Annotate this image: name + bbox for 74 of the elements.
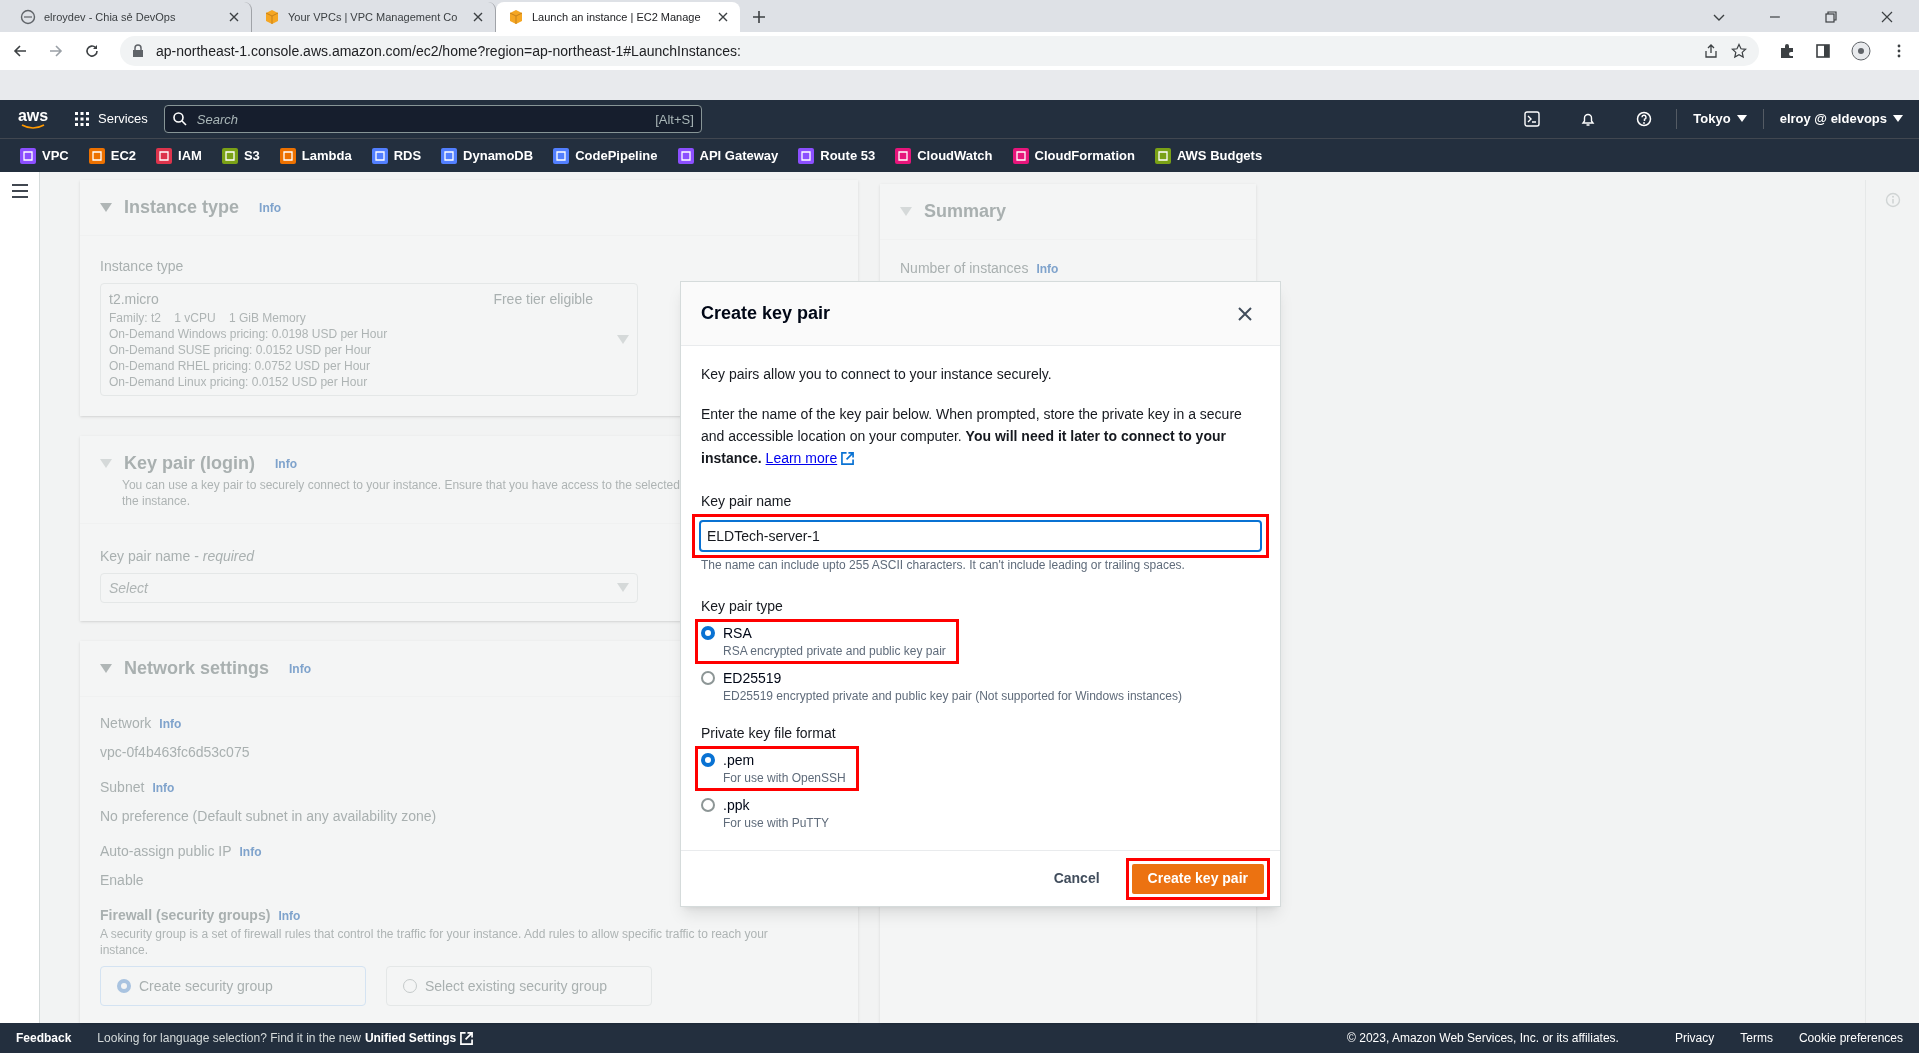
instruction-text: Enter the name of the key pair below. When prompted, store the private key in a secure and accessible location on your computer. You will need it later to connect to your instance. Learn more xyxy=(701,403,1260,469)
field-hint: The name can include upto 255 ASCII characters. It can't include leading or trailing spaces. xyxy=(701,557,1186,574)
aws-logo[interactable]: aws xyxy=(17,108,49,124)
services-button[interactable]: Services xyxy=(74,109,148,129)
option-label: ED25519 xyxy=(723,669,783,687)
favorite-link[interactable]: API Gateway xyxy=(677,145,779,166)
section-title: Key pair (login) xyxy=(124,452,255,475)
section-description: the instance. xyxy=(122,493,191,509)
option-description: RSA encrypted private and public key pair xyxy=(723,643,946,659)
option-description: For use with OpenSSH xyxy=(723,770,846,786)
learn-more-link[interactable]: Learn more xyxy=(765,447,855,469)
favorite-link[interactable]: AWS Budgets xyxy=(1154,145,1263,166)
field-description: A security group is a set of firewall rules that control the traffic for your instance. Add rules to allow specific traffic to reach your instance. xyxy=(100,926,769,958)
favorite-link[interactable]: CloudWatch xyxy=(895,145,993,166)
favorite-link[interactable]: EC2 xyxy=(88,145,137,166)
field-label: Key pair type xyxy=(701,597,784,616)
tab-title: Your VPCs | VPC Management Co xyxy=(288,9,459,25)
field-label: Auto-assign public IP xyxy=(100,842,232,861)
field-label: Key pair name - required xyxy=(100,547,255,566)
instance-type-value: t2.micro xyxy=(109,290,159,309)
field-label: Number of instances xyxy=(900,259,1029,278)
instance-detail: On-Demand SUSE pricing: 0.0152 USD per Hour xyxy=(109,342,372,358)
tab-title: Launch an instance | EC2 Manage xyxy=(532,9,702,25)
section-title: Summary xyxy=(924,200,1007,223)
field-label: Network xyxy=(100,714,152,733)
favorite-link[interactable]: DynamoDB xyxy=(441,145,534,166)
free-tier-label: Free tier eligible xyxy=(493,290,593,309)
account-menu[interactable]: elroy @ eldevops xyxy=(1779,109,1903,129)
option-label: .ppk xyxy=(723,796,751,814)
instance-detail: On-Demand Linux pricing: 0.0152 USD per Hour xyxy=(109,374,368,390)
key-pair-name-input[interactable]: ELDTech-server-1 xyxy=(699,520,1262,552)
section-title: Instance type xyxy=(124,196,240,219)
favorite-link[interactable]: CloudFormation xyxy=(1012,145,1135,166)
instance-detail: On-Demand RHEL pricing: 0.0752 USD per Hour xyxy=(109,358,370,374)
option-description: For use with PuTTY xyxy=(723,815,830,831)
field-label: Instance type xyxy=(100,257,184,276)
footer-link[interactable]: Terms xyxy=(1740,1029,1773,1047)
field-label: Key pair name xyxy=(701,492,793,511)
favorite-link[interactable]: Lambda xyxy=(279,145,352,166)
browser-tab[interactable]: Launch an instance | EC2 Manage xyxy=(496,2,740,32)
instance-detail: Family: t2 1 vCPU 1 GiB Memory xyxy=(109,310,306,326)
select-placeholder: Select xyxy=(109,578,150,598)
favorite-link[interactable]: CodePipeline xyxy=(553,145,658,166)
region-menu[interactable]: Tokyo xyxy=(1693,109,1747,129)
footer-link[interactable]: Cookie preferences xyxy=(1798,1029,1903,1047)
field-label: Firewall (security groups) xyxy=(100,906,271,925)
favorite-link[interactable]: S3 xyxy=(221,145,260,166)
field-value: vpc-0f4b463fc6d53c075 xyxy=(100,743,250,762)
favorite-link[interactable]: VPC xyxy=(20,145,69,166)
address-bar[interactable]: ap-northeast-1.console.aws.amazon.com/ec2/home?region=ap-northeast-1#LaunchInstances: xyxy=(120,36,1759,66)
language-text: Looking for language selection? Find it in the new xyxy=(97,1030,361,1047)
favorite-link[interactable]: Route 53 xyxy=(798,145,876,166)
dialog-title: Create key pair xyxy=(701,302,831,325)
section-title: Network settings xyxy=(124,657,270,680)
favorite-link[interactable]: IAM xyxy=(156,145,202,166)
cancel-button[interactable]: Cancel xyxy=(1043,868,1110,889)
shortcut-hint: [Alt+S] xyxy=(655,111,694,129)
option-label: .pem xyxy=(723,751,756,769)
field-value: No preference (Default subnet in any availability zone) xyxy=(100,807,437,826)
intro-text: Key pairs allow you to connect to your instance securely. xyxy=(701,365,1053,384)
favorite-link[interactable]: RDS xyxy=(371,145,422,166)
unified-settings-link[interactable]: Unified Settings xyxy=(364,1029,474,1047)
field-label: Private key file format xyxy=(701,724,837,743)
field-label: Subnet xyxy=(100,778,145,797)
feedback-link[interactable]: Feedback xyxy=(16,1029,72,1047)
copyright-text: © 2023, Amazon Web Services, Inc. or its affiliates. xyxy=(1347,1030,1619,1047)
option-description: ED25519 encrypted private and public key pair (Not supported for Windows instances) xyxy=(723,688,1182,704)
tab-title: elroydev - Chia sẻ DevOps xyxy=(44,9,177,25)
section-description: You can use a key pair to securely connect to your instance. Ensure that you have access to the selected xyxy=(122,477,680,493)
footer-link[interactable]: Privacy xyxy=(1674,1029,1715,1047)
instance-detail: On-Demand Windows pricing: 0.0198 USD per Hour xyxy=(109,326,388,342)
field-value: Enable xyxy=(100,871,144,890)
url-text: ap-northeast-1.console.aws.amazon.com/ec2/home?region=ap-northeast-1#LaunchInstances: xyxy=(156,41,742,61)
option-label: RSA xyxy=(723,624,753,642)
